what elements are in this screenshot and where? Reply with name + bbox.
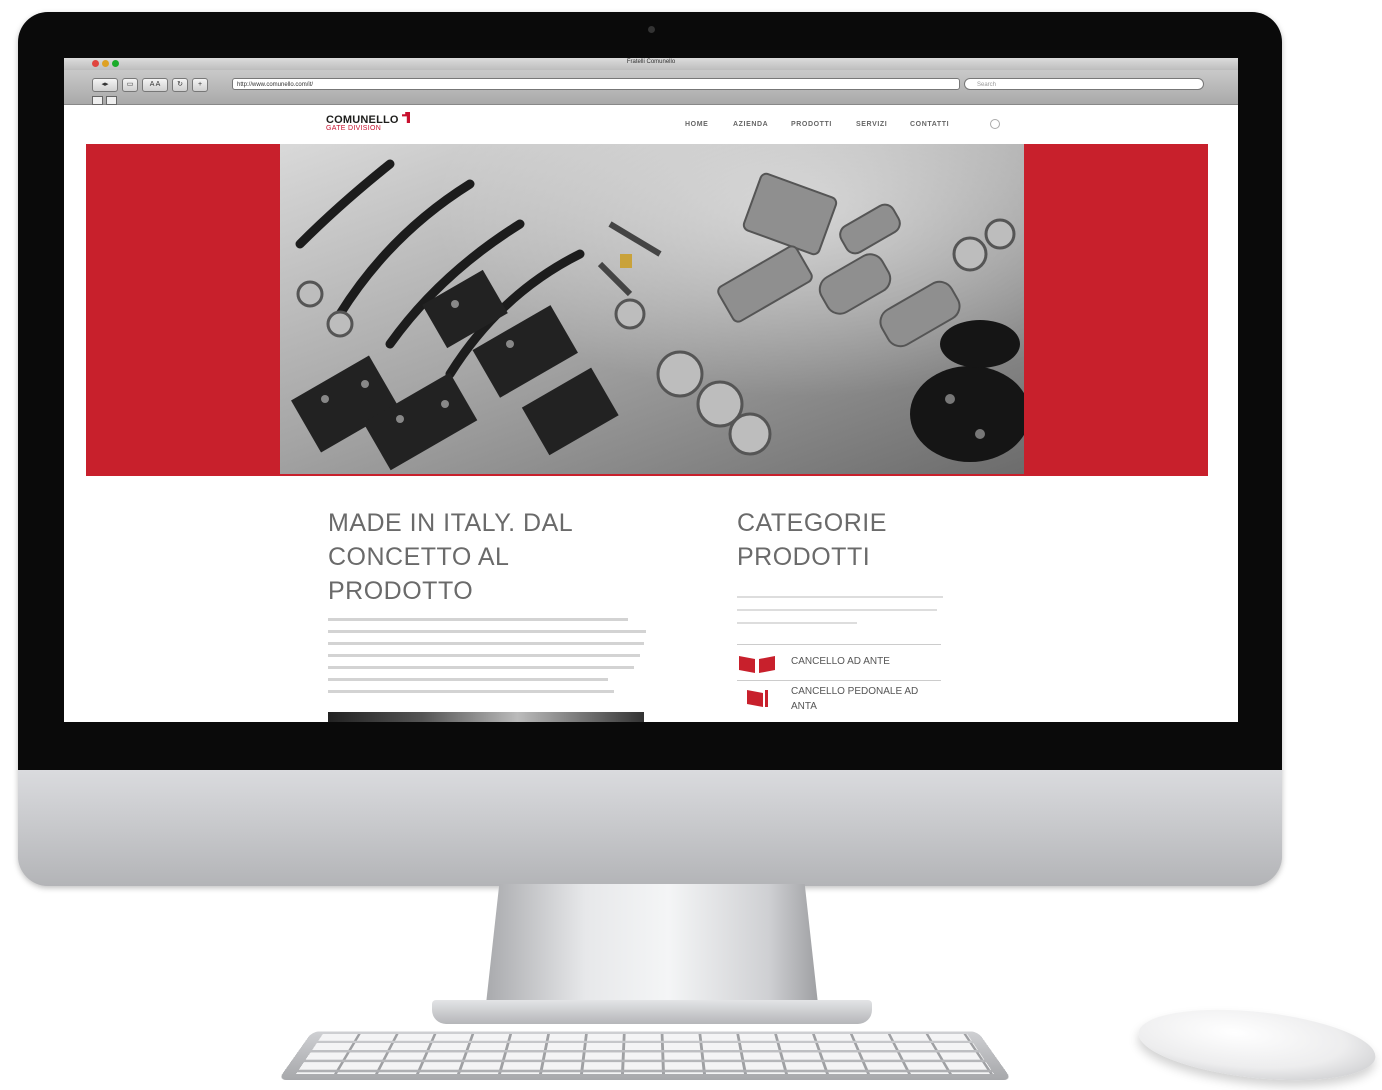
single-gate-icon (737, 688, 777, 708)
logo-subtitle: GATE DIVISION (326, 125, 382, 132)
category-item[interactable]: CANCELLO PEDONALE AD ANTA (737, 682, 941, 714)
site-header: COMUNELLO GATE DIVISION HOME AZIENDA PRO… (86, 106, 1208, 144)
nav-home[interactable]: HOME (685, 121, 708, 128)
hero-image (280, 144, 1024, 474)
main-content: MADE IN ITALY. DAL CONCETTO AL PRODOTTO … (86, 476, 1208, 722)
categories-intro (737, 590, 947, 633)
browser-titlebar: Fratelli Comunello (64, 58, 1238, 70)
category-label: CANCELLO AD ANTE (791, 656, 890, 667)
categories-divider (737, 644, 941, 645)
keyboard-keys (296, 1034, 994, 1074)
browser-window: Fratelli Comunello ◂▸ ▭ A A ↻ + http://w… (64, 58, 1238, 722)
text-size-button[interactable]: A A (142, 78, 168, 92)
nav-azienda[interactable]: AZIENDA (733, 121, 768, 128)
search-input[interactable]: Search (964, 78, 1204, 90)
reading-list-icon[interactable] (92, 96, 103, 105)
intro-heading: MADE IN ITALY. DAL CONCETTO AL PRODOTTO (328, 509, 573, 605)
imac-chin (18, 770, 1282, 886)
logo[interactable]: COMUNELLO GATE DIVISION (326, 112, 416, 138)
imac-stand-foot (432, 1000, 872, 1024)
top-sites-icon[interactable] (106, 96, 117, 105)
category-item[interactable]: CANCELLO AD ANTE (737, 648, 941, 680)
add-bookmark-icon[interactable]: + (192, 78, 208, 92)
mouse (1135, 999, 1379, 1090)
reload-icon[interactable]: ↻ (172, 78, 188, 92)
nav-contatti[interactable]: CONTATTI (910, 121, 949, 128)
intro-paragraph (328, 618, 648, 702)
window-title: Fratelli Comunello (626, 59, 676, 65)
intro-image (328, 712, 644, 722)
imac-stand (486, 884, 818, 1004)
category-divider (737, 680, 941, 681)
hero-banner (86, 144, 1208, 476)
nav-prodotti[interactable]: PRODOTTI (791, 121, 832, 128)
categories-heading: CATEGORIE PRODOTTI (737, 509, 887, 571)
browser-toolbar: ◂▸ ▭ A A ↻ + http://www.comunello.com/it… (64, 70, 1238, 105)
url-bar[interactable]: http://www.comunello.com/it/ (232, 78, 960, 90)
nav-servizi[interactable]: SERVIZI (856, 121, 887, 128)
back-forward-button[interactable]: ◂▸ (92, 78, 118, 92)
camera-icon (648, 26, 655, 33)
bookmarks-button[interactable]: ▭ (122, 78, 138, 92)
double-gate-icon (737, 654, 777, 674)
category-label: CANCELLO PEDONALE AD ANTA (791, 686, 919, 712)
search-icon[interactable] (990, 119, 1000, 129)
